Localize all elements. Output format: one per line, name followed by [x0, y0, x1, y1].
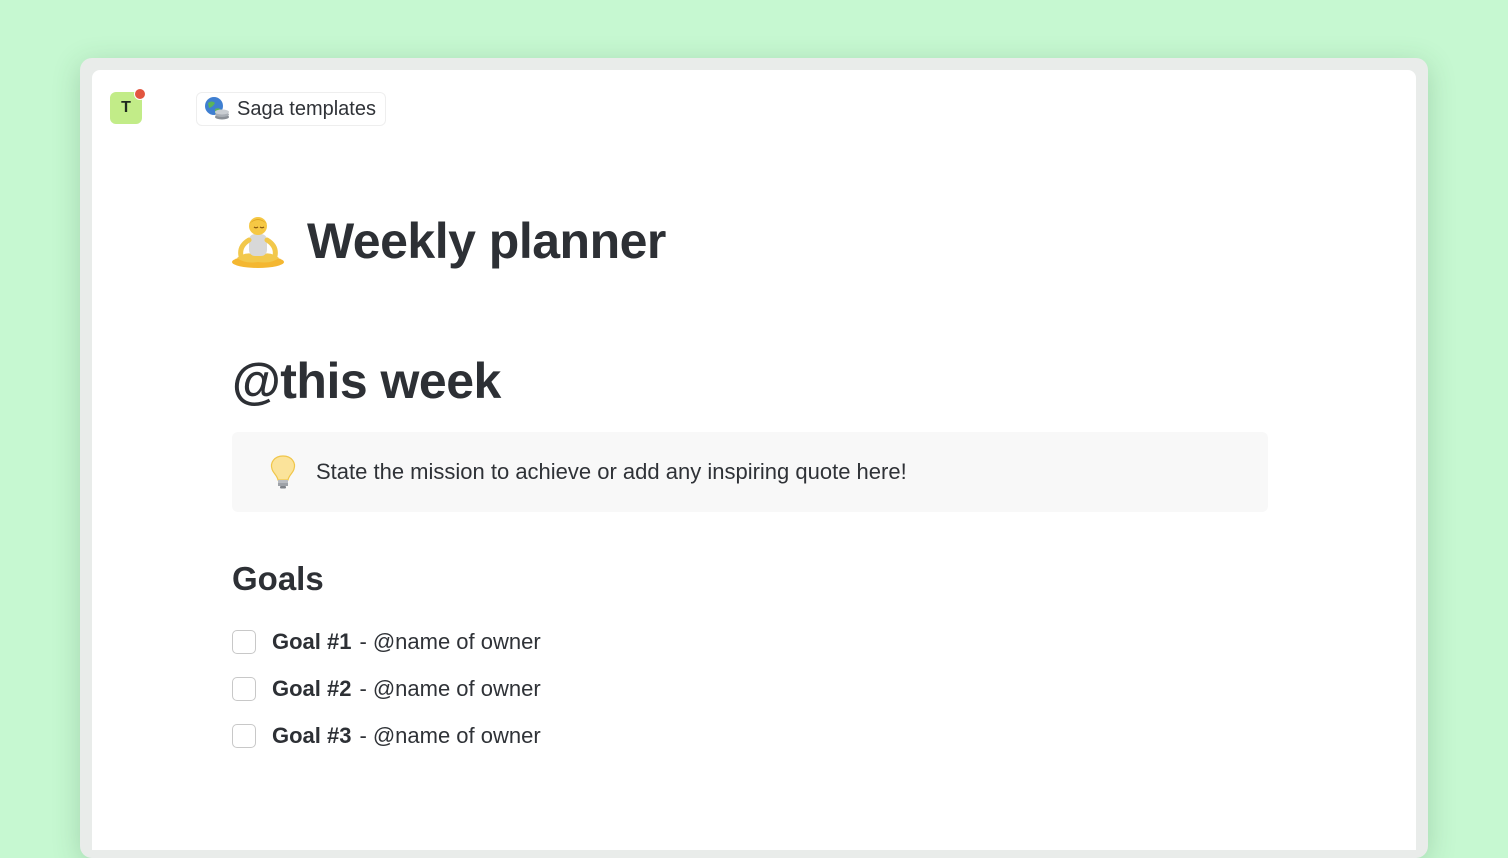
page-title[interactable]: Weekly planner	[307, 212, 666, 270]
goal-checkbox[interactable]	[232, 629, 256, 654]
goal-separator: -	[359, 722, 367, 748]
week-heading[interactable]: @this week	[232, 352, 501, 410]
goal-checkbox[interactable]	[232, 676, 256, 701]
notification-dot	[134, 88, 146, 100]
goal-item: Goal #1 - @name of owner	[232, 618, 541, 665]
goal-item: Goal #2 - @name of owner	[232, 665, 541, 712]
page-title-row: Weekly planner	[229, 212, 666, 270]
goal-title: Goal #3	[272, 722, 352, 748]
goal-title: Goal #2	[272, 675, 352, 701]
globe-icon	[205, 97, 229, 120]
editor-window: T Saga templates Weekly planner @this we…	[92, 70, 1416, 850]
callout-text: State the mission to achieve or add any …	[316, 459, 907, 484]
goal-item: Goal #3 - @name of owner	[232, 712, 541, 759]
workspace-name: Saga templates	[237, 97, 376, 120]
workspace-switcher[interactable]: Saga templates	[196, 92, 386, 126]
light-bulb-icon	[270, 455, 296, 489]
goal-title: Goal #1	[272, 628, 352, 654]
callout-block[interactable]: State the mission to achieve or add any …	[232, 432, 1268, 512]
goals-heading[interactable]: Goals	[232, 560, 324, 598]
avatar-initial: T	[121, 99, 131, 116]
goals-list: Goal #1 - @name of owner Goal #2 - @name…	[232, 618, 541, 759]
meditation-icon	[232, 217, 284, 268]
goal-checkbox[interactable]	[232, 723, 256, 748]
goal-owner-mention[interactable]: @name of owner	[373, 723, 541, 749]
goal-owner-mention[interactable]: @name of owner	[373, 676, 541, 702]
goal-separator: -	[359, 675, 367, 701]
goal-separator: -	[359, 628, 367, 654]
goal-owner-mention[interactable]: @name of owner	[373, 629, 541, 655]
